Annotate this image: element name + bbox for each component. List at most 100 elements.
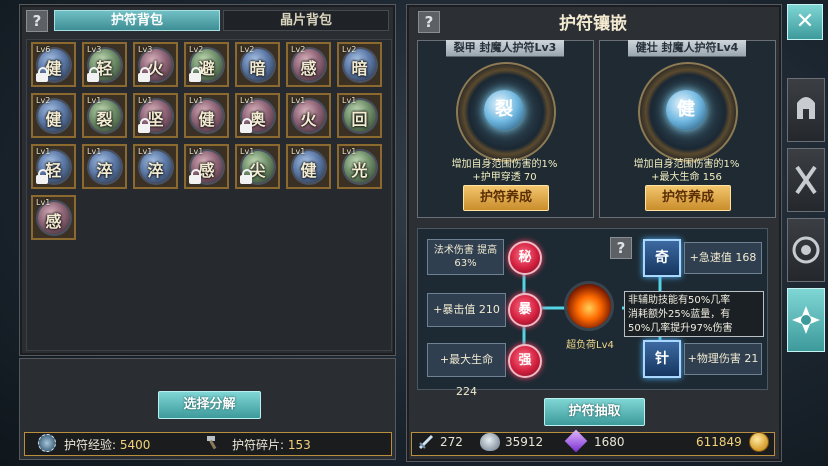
slot-char: 淬	[147, 161, 164, 180]
talisman-slot[interactable]: Lv1 健	[286, 144, 331, 189]
slot-level: Lv1	[189, 96, 204, 105]
slot-level: Lv1	[36, 147, 51, 156]
slot-level: Lv1	[138, 147, 153, 156]
slot-level: Lv1	[291, 147, 306, 156]
armor-icon	[795, 165, 817, 195]
card-effect-2: +最大生命 156	[651, 172, 722, 183]
select-decompose-button[interactable]: 选择分解	[158, 391, 261, 419]
close-icon: ✕	[795, 9, 815, 34]
slot-level: Lv2	[189, 45, 204, 54]
node-strong[interactable]: 强	[508, 344, 542, 378]
slot-char: 回	[351, 110, 368, 129]
card-effect-2: +护甲穿透 70	[472, 172, 537, 183]
slot-level: Lv1	[342, 147, 357, 156]
talisman-slot[interactable]: Lv1 火	[286, 93, 331, 138]
slot-char: 裂	[96, 110, 113, 129]
exp-label: 护符经验: 5400	[64, 438, 151, 452]
attr-physical-damage: +物理伤害 21	[684, 343, 762, 375]
slot-char: 感	[45, 212, 62, 231]
amulet-icon	[792, 306, 820, 334]
talisman-upgrade-button[interactable]: 护符养成	[645, 185, 731, 211]
card-title: 健壮 封魔人护符Lv4	[628, 40, 746, 57]
exp-value: 5400	[119, 438, 151, 452]
slot-level: Lv1	[240, 96, 255, 105]
tooltip-line-3: 50%几率提升97%伤害	[628, 323, 733, 334]
side-tab-helmet[interactable]	[787, 78, 825, 142]
talisman-slot[interactable]: Lv1 裂	[82, 93, 127, 138]
overload-core[interactable]	[567, 284, 611, 328]
talisman-slot[interactable]: Lv2 避	[184, 42, 229, 87]
slot-level: Lv1	[240, 147, 255, 156]
currency-crystal: 1680	[594, 435, 625, 449]
help-icon[interactable]: ?	[610, 237, 632, 259]
node-crit[interactable]: 暴	[508, 293, 542, 327]
exp-gear-icon	[38, 434, 56, 452]
attr-max-hp: +最大生命 224	[427, 343, 506, 398]
talisman-slot[interactable]: Lv1 淬	[82, 144, 127, 189]
talisman-slot[interactable]: Lv1 奥	[235, 93, 280, 138]
lock-icon	[36, 67, 48, 82]
slot-level: Lv2	[342, 45, 357, 54]
attr-haste: +急速值 168	[684, 242, 762, 274]
currency-potion: 35912	[505, 435, 544, 449]
attr-crit: +暴击值 210	[427, 293, 506, 327]
slot-level: Lv1	[36, 198, 51, 207]
slot-char: 健	[45, 110, 62, 129]
slot-level: Lv2	[240, 45, 255, 54]
talisman-slot[interactable]: Lv3 火	[133, 42, 178, 87]
slot-level: Lv6	[36, 45, 51, 54]
talisman-slot[interactable]: Lv1 感	[31, 195, 76, 240]
side-tab-amulet[interactable]	[787, 288, 825, 352]
talisman-slot[interactable]: Lv2 暗	[235, 42, 280, 87]
slot-level: Lv1	[291, 96, 306, 105]
helmet-icon	[797, 97, 815, 119]
talisman-slot[interactable]: Lv1 健	[184, 93, 229, 138]
talisman-slot[interactable]: Lv1 淬	[133, 144, 178, 189]
shield-icon	[792, 236, 820, 264]
gem-char: 健	[677, 99, 695, 120]
talisman-upgrade-button[interactable]: 护符养成	[463, 185, 549, 211]
close-button[interactable]: ✕	[787, 4, 823, 40]
side-tab-armor[interactable]	[787, 148, 825, 212]
slot-char: 健	[300, 161, 317, 180]
lock-icon	[240, 118, 252, 133]
slot-char: 健	[198, 110, 215, 129]
talisman-slot[interactable]: Lv1 感	[184, 144, 229, 189]
fragments-value: 153	[287, 438, 311, 452]
core-label: 超负荷Lv4	[566, 340, 614, 351]
fragments-label: 护符碎片: 153	[232, 438, 311, 452]
talisman-slot[interactable]: Lv1 尖	[235, 144, 280, 189]
talisman-slot[interactable]: Lv1 光	[337, 144, 382, 189]
lock-icon	[189, 67, 201, 82]
currency-swords: 272	[440, 435, 463, 449]
lock-icon	[36, 169, 48, 184]
lock-icon	[189, 169, 201, 184]
gold-coin-icon	[749, 432, 769, 452]
talisman-slot[interactable]: Lv1 回	[337, 93, 382, 138]
slot-level: Lv2	[291, 45, 306, 54]
help-icon[interactable]: ?	[26, 10, 48, 32]
lock-icon	[138, 118, 150, 133]
talisman-slot[interactable]: Lv2 感	[286, 42, 331, 87]
talisman-slot[interactable]: Lv6 健	[31, 42, 76, 87]
talisman-gem[interactable]: 健	[666, 90, 706, 130]
node-needle[interactable]: 针	[643, 340, 681, 378]
talisman-grid: Lv6 健 Lv3 轻 Lv3 火 Lv2 避 Lv2 暗 Lv2 感 Lv2 暗 Lv2 健 Lv1 裂 Lv1 坚…	[26, 39, 392, 351]
talisman-gem[interactable]: 裂	[484, 90, 524, 130]
talisman-slot[interactable]: Lv3 轻	[82, 42, 127, 87]
tab-chip-bag[interactable]: 晶片背包	[223, 10, 389, 31]
talisman-slot[interactable]: Lv2 暗	[337, 42, 382, 87]
slot-level: Lv3	[138, 45, 153, 54]
talisman-slot[interactable]: Lv1 坚	[133, 93, 178, 138]
side-tab-shield[interactable]	[787, 218, 825, 282]
talisman-slot[interactable]: Lv1 轻	[31, 144, 76, 189]
slot-level: Lv2	[36, 96, 51, 105]
node-odd[interactable]: 奇	[643, 239, 681, 277]
skill-tooltip: 非辅助技能有50%几率 消耗额外25%蓝量，有 50%几率提升97%伤害	[624, 291, 764, 337]
talisman-slot[interactable]: Lv2 健	[31, 93, 76, 138]
tab-talisman-bag[interactable]: 护符背包	[54, 10, 220, 31]
node-secret[interactable]: 秘	[508, 241, 542, 275]
talisman-extract-button[interactable]: 护符抽取	[544, 398, 645, 426]
slot-char: 暗	[249, 59, 266, 78]
attr-spell-damage: 法术伤害 提高 63%	[427, 239, 504, 275]
